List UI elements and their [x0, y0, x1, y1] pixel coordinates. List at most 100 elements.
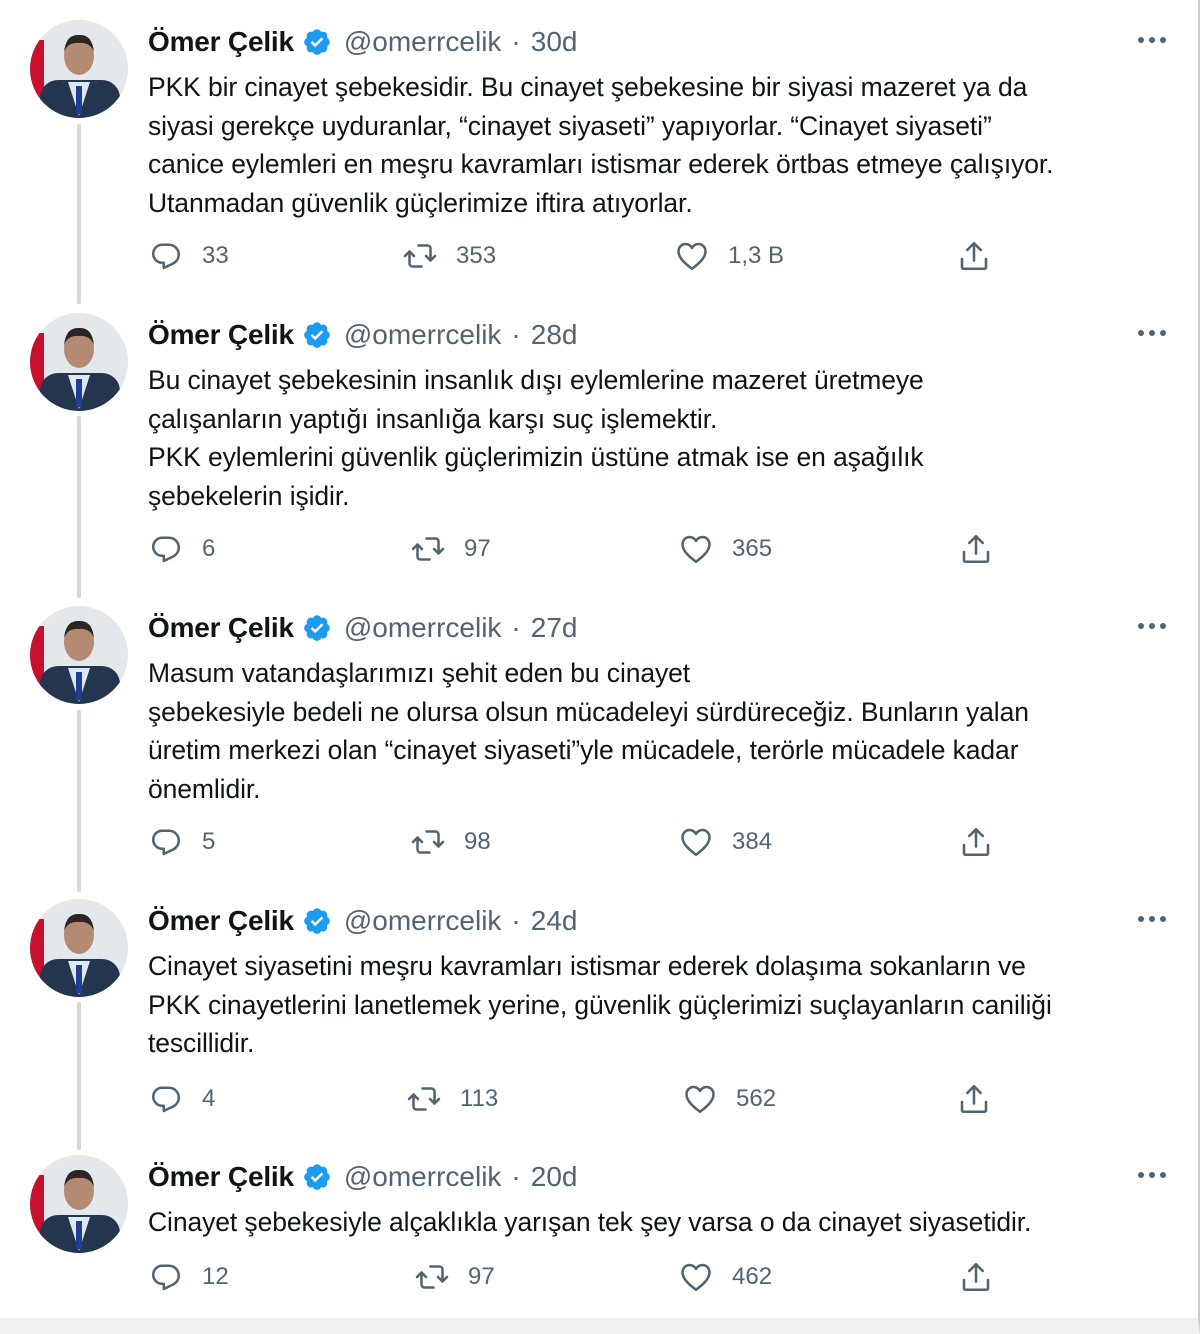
tweet-text: Masum vatandaşlarımızı şehit eden bu cin… — [148, 658, 1029, 804]
heart-icon — [685, 1085, 715, 1114]
reply-icon — [151, 1264, 181, 1291]
author-handle[interactable]: @omerrcelik — [344, 905, 502, 937]
share-icon — [960, 241, 988, 271]
tweet[interactable]: Ömer Çelik @omerrcelik · 28d Bu cinayet … — [0, 313, 1196, 593]
author-handle[interactable]: @omerrcelik — [344, 1161, 502, 1193]
like-count: 462 — [732, 1263, 773, 1290]
separator-dot: · — [511, 612, 521, 643]
like-button[interactable]: 1,3 B — [674, 236, 784, 276]
reply-icon — [151, 829, 181, 856]
retweet-count: 97 — [468, 1263, 495, 1290]
heart-icon — [681, 1263, 711, 1292]
reply-button[interactable]: 12 — [148, 1257, 229, 1297]
tweet[interactable]: Ömer Çelik @omerrcelik · 30d PKK bir cin… — [0, 20, 1196, 300]
reply-button[interactable]: 6 — [148, 529, 215, 569]
like-count: 1,3 B — [728, 242, 785, 269]
tweet-header: Ömer Çelik @omerrcelik · 24d — [148, 901, 577, 941]
share-icon — [960, 1084, 988, 1114]
timestamp[interactable]: 24d — [531, 905, 578, 937]
author-name[interactable]: Ömer Çelik — [148, 319, 294, 351]
author-handle[interactable]: @omerrcelik — [344, 26, 502, 58]
separator-dot: · — [511, 905, 521, 936]
avatar[interactable] — [30, 899, 128, 997]
reply-icon — [151, 1086, 181, 1113]
share-button[interactable] — [958, 822, 994, 862]
retweet-button[interactable]: 353 — [402, 236, 496, 276]
author-handle[interactable]: @omerrcelik — [344, 319, 502, 351]
tweet-actions: 33 353 1,3 B — [148, 236, 1188, 276]
author-handle[interactable]: @omerrcelik — [344, 612, 502, 644]
like-count: 384 — [732, 828, 773, 855]
timeline-frame: Ömer Çelik @omerrcelik · 30d PKK bir cin… — [0, 0, 1200, 1334]
verified-badge-icon — [304, 322, 330, 348]
tweet[interactable]: Ömer Çelik @omerrcelik · 27d Masum vatan… — [0, 606, 1196, 886]
tweet-actions: 12 97 462 — [148, 1257, 1188, 1297]
more-options-icon[interactable] — [1134, 612, 1170, 640]
tweet-text: Cinayet şebekesiyle alçaklıkla yarışan t… — [148, 1207, 1032, 1237]
retweet-button[interactable]: 97 — [414, 1257, 495, 1297]
reply-button[interactable]: 5 — [148, 822, 215, 862]
reply-count: 5 — [202, 828, 216, 855]
reply-count: 12 — [202, 1263, 229, 1290]
like-button[interactable]: 462 — [678, 1257, 772, 1297]
share-button[interactable] — [958, 1257, 994, 1297]
retweet-count: 97 — [464, 535, 491, 562]
reply-button[interactable]: 4 — [148, 1079, 215, 1119]
share-button[interactable] — [958, 529, 994, 569]
retweet-button[interactable]: 97 — [410, 529, 491, 569]
verified-badge-icon — [304, 615, 330, 641]
like-count: 365 — [732, 535, 773, 562]
more-options-icon[interactable] — [1134, 1161, 1170, 1189]
share-button[interactable] — [956, 1079, 992, 1119]
avatar[interactable] — [30, 606, 128, 704]
reply-icon — [151, 243, 181, 270]
tweet-actions: 4 113 562 — [148, 1079, 1188, 1119]
tweet-header: Ömer Çelik @omerrcelik · 30d — [148, 22, 577, 62]
reply-icon — [151, 536, 181, 563]
tweet-text: PKK bir cinayet şebekesidir. Bu cinayet … — [148, 72, 1054, 218]
like-button[interactable]: 365 — [678, 529, 772, 569]
avatar[interactable] — [30, 20, 128, 118]
tweet[interactable]: Ömer Çelik @omerrcelik · 24d Cinayet siy… — [0, 899, 1196, 1139]
retweet-button[interactable]: 113 — [406, 1079, 498, 1119]
tweet[interactable]: Ömer Çelik @omerrcelik · 20d Cinayet şeb… — [0, 1155, 1196, 1315]
share-icon — [962, 1262, 990, 1292]
tweet-actions: 6 97 365 — [148, 529, 1188, 569]
timestamp[interactable]: 28d — [531, 319, 578, 351]
timestamp[interactable]: 20d — [531, 1161, 578, 1193]
retweet-button[interactable]: 98 — [410, 822, 491, 862]
reply-count: 4 — [202, 1085, 216, 1112]
verified-badge-icon — [304, 29, 330, 55]
retweet-count: 113 — [460, 1085, 499, 1112]
more-options-icon[interactable] — [1134, 319, 1170, 347]
reply-button[interactable]: 33 — [148, 236, 229, 276]
share-icon — [962, 534, 990, 564]
tweet-text: Cinayet siyasetini meşru kavramları isti… — [148, 951, 1052, 1058]
retweet-count: 353 — [456, 242, 497, 269]
share-icon — [962, 827, 990, 857]
author-name[interactable]: Ömer Çelik — [148, 1161, 294, 1193]
heart-icon — [681, 535, 711, 564]
heart-icon — [681, 828, 711, 857]
timestamp[interactable]: 30d — [531, 26, 578, 58]
timestamp[interactable]: 27d — [531, 612, 578, 644]
share-button[interactable] — [956, 236, 992, 276]
separator-dot: · — [511, 1161, 521, 1192]
more-options-icon[interactable] — [1134, 26, 1170, 54]
tweet-header: Ömer Çelik @omerrcelik · 20d — [148, 1157, 577, 1197]
avatar[interactable] — [30, 1155, 128, 1253]
avatar[interactable] — [30, 313, 128, 411]
author-name[interactable]: Ömer Çelik — [148, 26, 294, 58]
retweet-count: 98 — [464, 828, 491, 855]
reply-count: 6 — [202, 535, 216, 562]
like-button[interactable]: 384 — [678, 822, 772, 862]
separator-dot: · — [511, 26, 521, 57]
retweet-icon — [403, 244, 437, 268]
author-name[interactable]: Ömer Çelik — [148, 612, 294, 644]
author-name[interactable]: Ömer Çelik — [148, 905, 294, 937]
more-options-icon[interactable] — [1134, 905, 1170, 933]
like-button[interactable]: 562 — [682, 1079, 776, 1119]
like-count: 562 — [736, 1085, 777, 1112]
heart-icon — [677, 242, 707, 271]
separator-dot: · — [511, 319, 521, 350]
